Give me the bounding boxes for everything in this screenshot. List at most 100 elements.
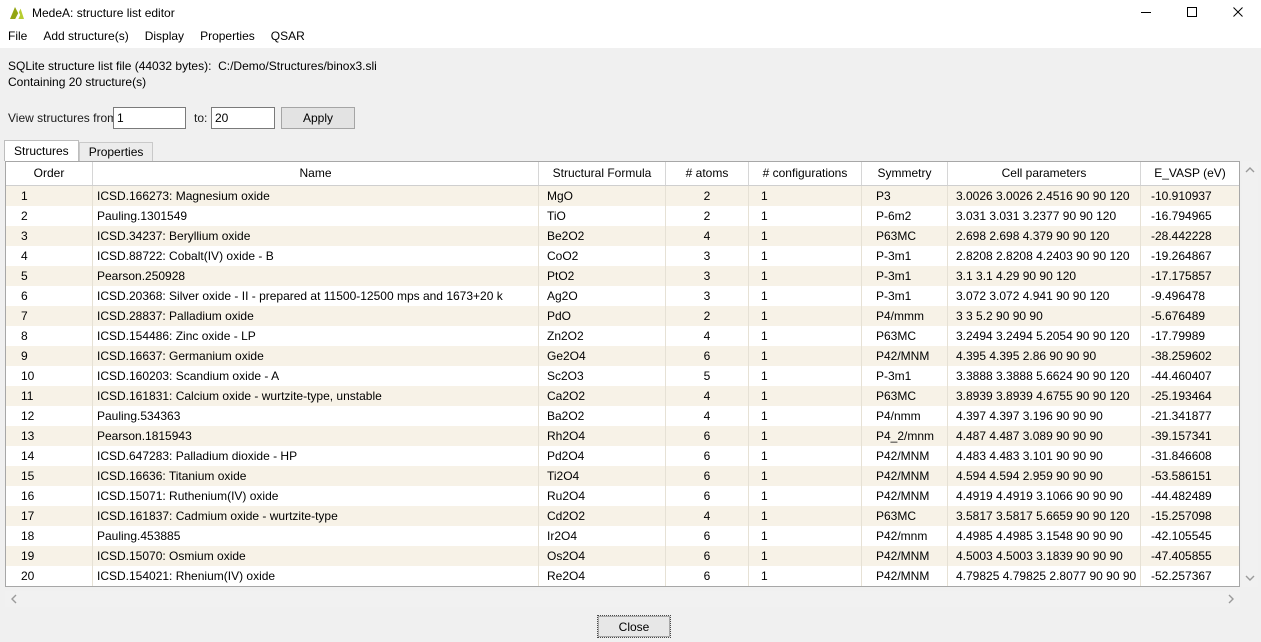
table-row[interactable]: 18Pauling.453885Ir2O461P42/mnm4.4985 4.4… <box>6 526 1239 546</box>
table-cell: 1 <box>749 286 862 306</box>
table-cell: 6 <box>666 486 749 506</box>
table-row[interactable]: 4ICSD.88722: Cobalt(IV) oxide - BCoO231P… <box>6 246 1239 266</box>
column-header-0[interactable]: Order <box>6 162 93 185</box>
menu-display[interactable]: Display <box>137 25 192 48</box>
table-row[interactable]: 14ICSD.647283: Palladium dioxide - HPPd2… <box>6 446 1239 466</box>
table-cell: 3.8939 3.8939 4.6755 90 90 120 <box>948 386 1141 406</box>
table-cell: P42/MNM <box>862 446 948 466</box>
chevron-left-icon <box>11 594 17 604</box>
table-cell: 17 <box>6 506 93 526</box>
table-cell: 4 <box>666 386 749 406</box>
minimize-button[interactable] <box>1123 0 1169 25</box>
table-row[interactable]: 10ICSD.160203: Scandium oxide - ASc2O351… <box>6 366 1239 386</box>
table-row[interactable]: 3ICSD.34237: Beryllium oxideBe2O241P63MC… <box>6 226 1239 246</box>
table-cell: 4.395 4.395 2.86 90 90 90 <box>948 346 1141 366</box>
table-cell: Pauling.534363 <box>93 406 539 426</box>
table-cell: -16.794965 <box>1141 206 1239 226</box>
table-cell: 2 <box>666 206 749 226</box>
scroll-down-button[interactable] <box>1243 571 1257 585</box>
to-input[interactable] <box>211 107 275 129</box>
table-row[interactable]: 8ICSD.154486: Zinc oxide - LPZn2O241P63M… <box>6 326 1239 346</box>
table-cell: CoO2 <box>539 246 666 266</box>
table-cell: 3.031 3.031 3.2377 90 90 120 <box>948 206 1141 226</box>
table-cell: 12 <box>6 406 93 426</box>
scroll-right-button[interactable] <box>1224 592 1238 606</box>
menu-add-structures[interactable]: Add structure(s) <box>35 25 136 48</box>
table-cell: ICSD.154021: Rhenium(IV) oxide <box>93 566 539 586</box>
table-cell: 3 <box>666 266 749 286</box>
close-window-button[interactable] <box>1215 0 1261 25</box>
table-cell: -17.175857 <box>1141 266 1239 286</box>
table-cell: Pauling.1301549 <box>93 206 539 226</box>
vertical-scrollbar[interactable] <box>1242 161 1258 587</box>
table-row[interactable]: 11ICSD.161831: Calcium oxide - wurtzite-… <box>6 386 1239 406</box>
table-cell: Cd2O2 <box>539 506 666 526</box>
table-cell: 4.397 4.397 3.196 90 90 90 <box>948 406 1141 426</box>
table-cell: ICSD.16637: Germanium oxide <box>93 346 539 366</box>
table-row[interactable]: 5Pearson.250928PtO231P-3m13.1 3.1 4.29 9… <box>6 266 1239 286</box>
table-cell: -52.257367 <box>1141 566 1239 586</box>
table-row[interactable]: 20ICSD.154021: Rhenium(IV) oxideRe2O461P… <box>6 566 1239 586</box>
column-header-1[interactable]: Name <box>93 162 539 185</box>
table-cell: ICSD.20368: Silver oxide - II - prepared… <box>93 286 539 306</box>
table-cell: 1 <box>6 186 93 206</box>
table-cell: PtO2 <box>539 266 666 286</box>
table-cell: P-3m1 <box>862 266 948 286</box>
tab-properties[interactable]: Properties <box>79 142 154 161</box>
table-row[interactable]: 7ICSD.28837: Palladium oxidePdO21P4/mmm3… <box>6 306 1239 326</box>
column-header-7[interactable]: E_VASP (eV) <box>1141 162 1239 185</box>
table-cell: ICSD.160203: Scandium oxide - A <box>93 366 539 386</box>
column-header-4[interactable]: # configurations <box>749 162 862 185</box>
table-row[interactable]: 15ICSD.16636: Titanium oxideTi2O461P42/M… <box>6 466 1239 486</box>
column-header-5[interactable]: Symmetry <box>862 162 948 185</box>
table-cell: 20 <box>6 566 93 586</box>
table-cell: P-3m1 <box>862 246 948 266</box>
table-row[interactable]: 16ICSD.15071: Ruthenium(IV) oxideRu2O461… <box>6 486 1239 506</box>
menu-qsar[interactable]: QSAR <box>263 25 313 48</box>
column-header-2[interactable]: Structural Formula <box>539 162 666 185</box>
table-cell: P-6m2 <box>862 206 948 226</box>
table-cell: 4.487 4.487 3.089 90 90 90 <box>948 426 1141 446</box>
table-row[interactable]: 19ICSD.15070: Osmium oxideOs2O461P42/MNM… <box>6 546 1239 566</box>
table-cell: Os2O4 <box>539 546 666 566</box>
table-cell: 1 <box>749 406 862 426</box>
table-cell: 6 <box>666 426 749 446</box>
table-cell: -9.496478 <box>1141 286 1239 306</box>
table-row[interactable]: 13Pearson.1815943Rh2O461P4_2/mnm4.487 4.… <box>6 426 1239 446</box>
table-cell: 9 <box>6 346 93 366</box>
menu-file[interactable]: File <box>0 25 35 48</box>
table-row[interactable]: 6ICSD.20368: Silver oxide - II - prepare… <box>6 286 1239 306</box>
table-cell: 6 <box>666 346 749 366</box>
table-cell: 2 <box>666 306 749 326</box>
scroll-left-button[interactable] <box>7 592 21 606</box>
table-row[interactable]: 2Pauling.1301549TiO21P-6m23.031 3.031 3.… <box>6 206 1239 226</box>
column-header-3[interactable]: # atoms <box>666 162 749 185</box>
table-row[interactable]: 9ICSD.16637: Germanium oxideGe2O461P42/M… <box>6 346 1239 366</box>
table-cell: P42/MNM <box>862 486 948 506</box>
table-cell: 3.5817 3.5817 5.6659 90 90 120 <box>948 506 1141 526</box>
tab-structures[interactable]: Structures <box>4 140 79 161</box>
table-cell: ICSD.154486: Zinc oxide - LP <box>93 326 539 346</box>
table-row[interactable]: 17ICSD.161837: Cadmium oxide - wurtzite-… <box>6 506 1239 526</box>
table-cell: Rh2O4 <box>539 426 666 446</box>
table-cell: ICSD.34237: Beryllium oxide <box>93 226 539 246</box>
scroll-up-button[interactable] <box>1243 163 1257 177</box>
medea-logo-icon <box>9 5 25 21</box>
table-row[interactable]: 12Pauling.534363Ba2O241P4/nmm4.397 4.397… <box>6 406 1239 426</box>
from-input[interactable] <box>113 107 186 129</box>
table-cell: 1 <box>749 566 862 586</box>
table-cell: P63MC <box>862 226 948 246</box>
column-header-6[interactable]: Cell parameters <box>948 162 1141 185</box>
close-button[interactable]: Close <box>597 615 671 638</box>
chevron-down-icon <box>1245 575 1255 581</box>
menu-properties[interactable]: Properties <box>192 25 263 48</box>
table-cell: -53.586151 <box>1141 466 1239 486</box>
tab-bar: Structures Properties <box>4 140 153 161</box>
table-cell: -15.257098 <box>1141 506 1239 526</box>
table-cell: 3.2494 3.2494 5.2054 90 90 120 <box>948 326 1141 346</box>
maximize-button[interactable] <box>1169 0 1215 25</box>
apply-button[interactable]: Apply <box>281 107 355 129</box>
table-cell: Sc2O3 <box>539 366 666 386</box>
table-row[interactable]: 1ICSD.166273: Magnesium oxideMgO21P33.00… <box>6 186 1239 206</box>
horizontal-scrollbar[interactable] <box>5 591 1240 607</box>
